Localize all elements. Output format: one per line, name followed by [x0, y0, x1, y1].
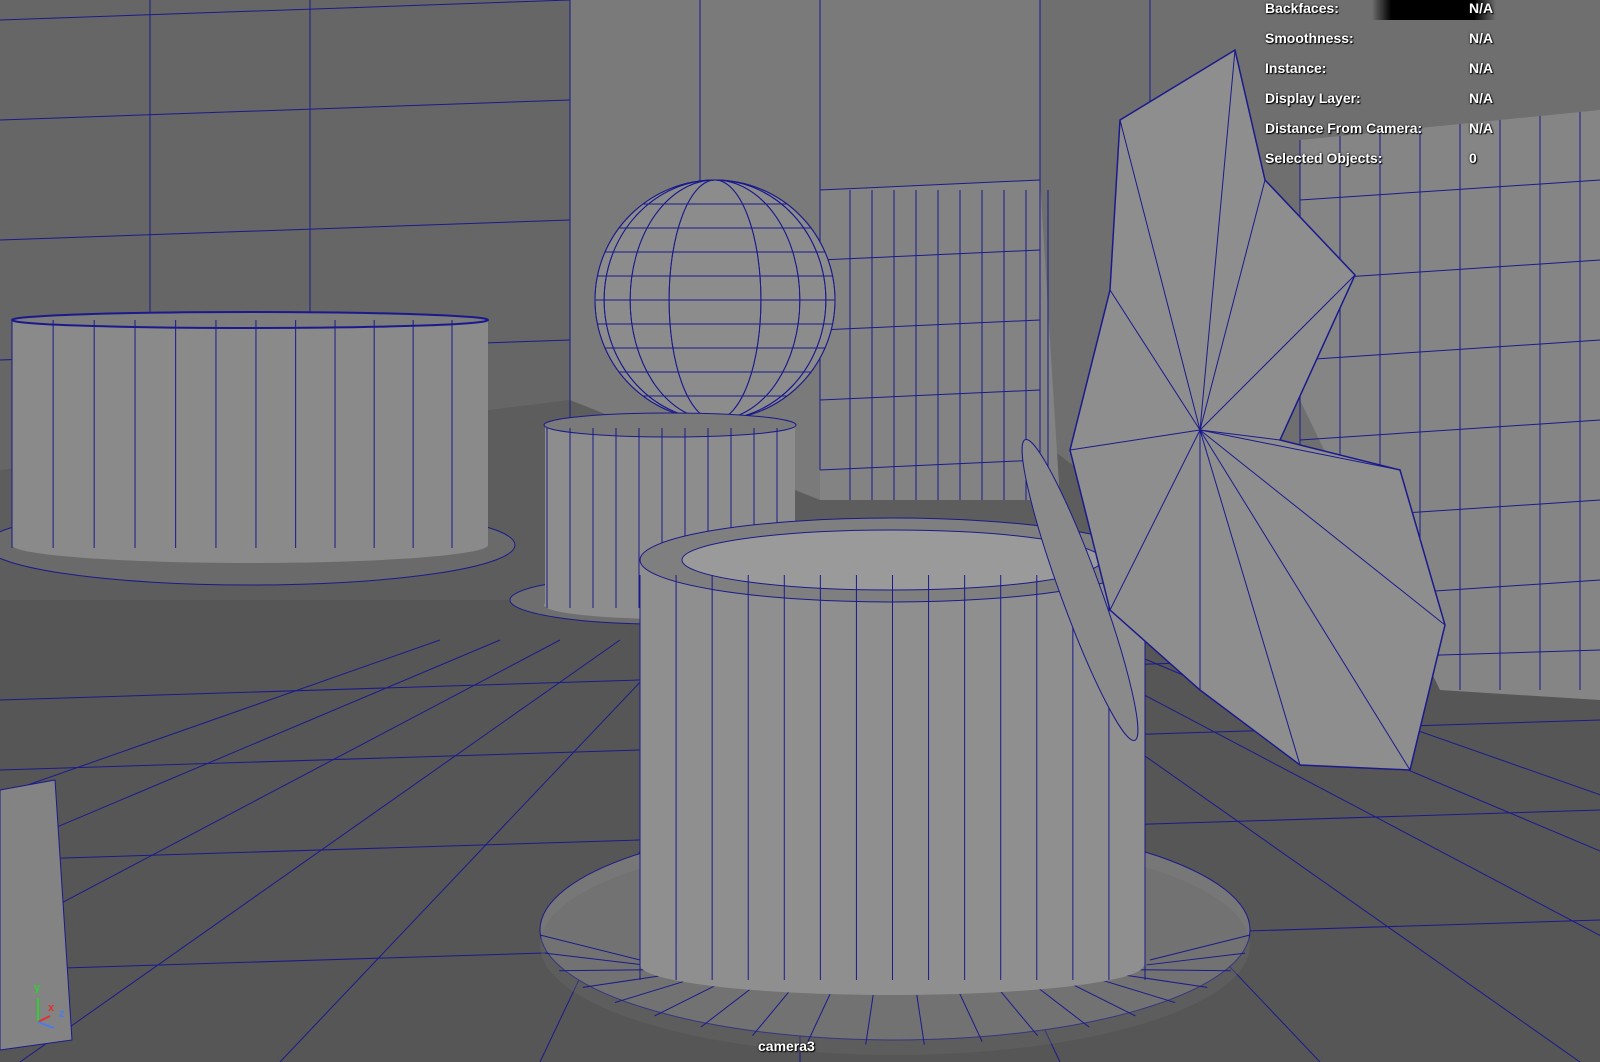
hud-row-instance: Instance: N/A	[1265, 58, 1600, 78]
axis-x-label: x	[48, 1002, 55, 1014]
left-cylinder	[0, 311, 516, 586]
hud-row-display-layer: Display Layer: N/A	[1265, 88, 1600, 108]
axis-z-label: z	[59, 1008, 65, 1020]
hud-value: N/A	[1469, 90, 1494, 106]
3d-viewport[interactable]: Backfaces: N/A Smoothness: N/A Instance:…	[0, 0, 1600, 1062]
hud-value: N/A	[1469, 120, 1494, 136]
hud-label: Selected Objects:	[1265, 150, 1383, 166]
hud-row-backfaces: Backfaces: N/A	[1265, 0, 1600, 18]
hud-row-distance-from-camera: Distance From Camera: N/A	[1265, 118, 1600, 138]
hud-label: Smoothness:	[1265, 30, 1354, 46]
hud-value: N/A	[1469, 0, 1494, 16]
sphere	[594, 179, 836, 421]
camera-name-label: camera3	[758, 1038, 815, 1054]
axis-gizmo-icon: y x z	[28, 982, 72, 1032]
hud-row-selected-objects: Selected Objects: 0	[1265, 148, 1600, 168]
hud-value: 0	[1469, 150, 1477, 166]
hud-label: Distance From Camera:	[1265, 120, 1423, 136]
hud-label: Backfaces:	[1265, 0, 1339, 16]
hud-label: Instance:	[1265, 60, 1327, 76]
axis-y-label: y	[34, 982, 41, 994]
hud-row-smoothness: Smoothness: N/A	[1265, 28, 1600, 48]
hud-label: Display Layer:	[1265, 90, 1361, 106]
hud-value: N/A	[1469, 30, 1494, 46]
hud-value: N/A	[1469, 60, 1494, 76]
